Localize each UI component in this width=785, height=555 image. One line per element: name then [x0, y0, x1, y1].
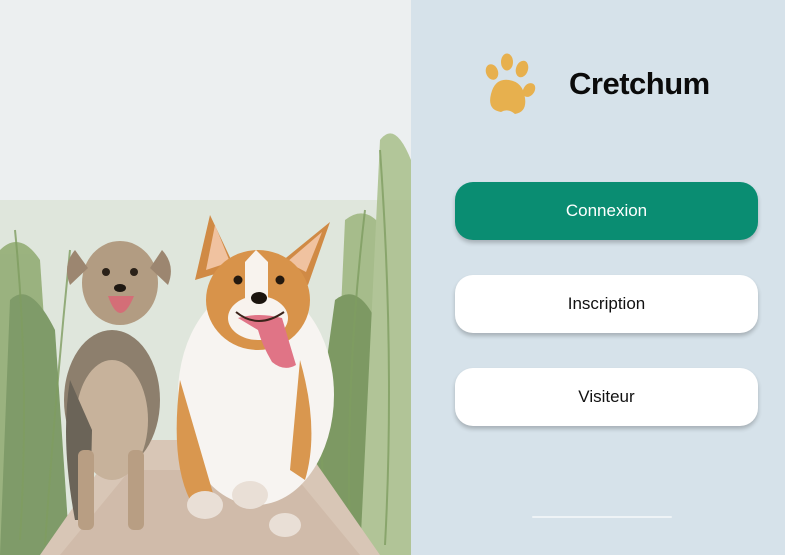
inscription-button[interactable]: Inscription	[455, 275, 758, 333]
hero-photo	[0, 0, 411, 555]
brand-header: Cretchum	[481, 52, 741, 116]
paw-icon	[485, 53, 536, 114]
connexion-button[interactable]: Connexion	[455, 182, 758, 240]
app-title: Cretchum	[569, 66, 710, 101]
login-panel: Cretchum Connexion Inscription Visiteur	[411, 0, 785, 555]
home-indicator	[532, 516, 672, 518]
dogs-running-illustration	[0, 0, 411, 555]
visiteur-button[interactable]: Visiteur	[455, 368, 758, 426]
